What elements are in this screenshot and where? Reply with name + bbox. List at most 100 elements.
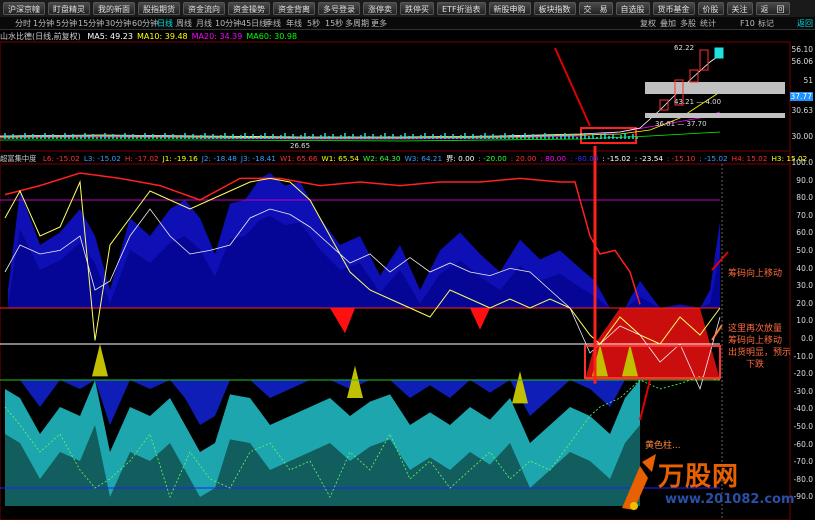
yellow-bar xyxy=(92,344,108,377)
period-right-item[interactable]: 复权 xyxy=(640,17,656,30)
indicator-label: : -80.00 xyxy=(570,154,599,163)
toolbar-button[interactable]: 我的新面 xyxy=(93,2,135,15)
toolbar-button[interactable]: 价股 xyxy=(697,2,724,15)
axis-label: 51 xyxy=(803,76,813,85)
period-right-item[interactable]: 叠加 xyxy=(660,17,676,30)
period-tab[interactable]: 5分钟 xyxy=(56,17,77,30)
indicator-label: 界: 0.00 xyxy=(446,154,475,163)
axis-label: 56.06 xyxy=(791,57,813,66)
toolbar-button[interactable]: 货币基金 xyxy=(652,2,695,15)
red-fill xyxy=(470,308,490,330)
axis-label: 0.0 xyxy=(801,334,813,343)
toolbar-button[interactable]: 板块指数 xyxy=(533,2,576,15)
upper-legend: 山水比德(日线,前复权) MA5: 49.23 MA10: 39.48 MA20: … xyxy=(0,31,301,42)
period-tab[interactable]: 1分钟 xyxy=(33,17,54,30)
toolbar-button[interactable]: 沪深京幢 xyxy=(3,2,45,15)
annotation-line: 这里再次放量 xyxy=(728,324,783,334)
red-fill xyxy=(330,308,355,334)
period-right-item[interactable]: 标记 xyxy=(758,17,774,30)
ma-label: MA10: 39.48 xyxy=(136,32,188,41)
ma-line xyxy=(0,91,721,139)
period-tab[interactable]: 年线 xyxy=(286,17,302,30)
candle xyxy=(714,47,724,59)
period-tab[interactable]: 10分钟 xyxy=(215,17,241,30)
period-right-item[interactable]: 统计 xyxy=(700,17,716,30)
indicator-label: W2: 64.30 xyxy=(363,154,401,163)
annotation-line: 出货明显，预示 xyxy=(728,348,792,358)
axis-label: -30.0 xyxy=(793,386,813,396)
logo-url: www.201082.com xyxy=(665,492,795,507)
indicator-label: J3: -18.41 xyxy=(240,154,276,163)
indicator-label: J1: -19.16 xyxy=(162,154,198,163)
period-tab[interactable]: 季线 xyxy=(265,17,281,30)
period-tab[interactable]: 周线 xyxy=(176,17,192,30)
toolbar-button[interactable]: 盯盘精灵 xyxy=(48,2,90,15)
ma-label: MA5: 49.23 xyxy=(87,32,133,41)
toolbar-button[interactable]: 资金操势 xyxy=(228,2,270,15)
ma-line xyxy=(0,54,721,138)
period-right-item[interactable]: 返回 xyxy=(797,17,813,30)
logo-text: 万股网 xyxy=(658,462,740,492)
period-right-item[interactable]: F10 xyxy=(740,17,755,30)
indicator-label: : 20.00 xyxy=(510,154,537,163)
period-tab[interactable]: 5秒 xyxy=(307,17,320,30)
axis-label: 30.00 xyxy=(791,132,813,141)
ma-label: MA60: 30.98 xyxy=(246,32,298,41)
axis-label: -50.0 xyxy=(793,422,813,431)
toolbar-button[interactable]: 多号登录 xyxy=(318,2,360,15)
axis-label: 80.0 xyxy=(796,193,813,203)
indicator-label: W1: 65.66 xyxy=(279,154,318,163)
axis-label: 56.10 xyxy=(791,45,813,54)
axis-label: -20.0 xyxy=(793,369,813,379)
axis-label: 90.0 xyxy=(796,175,813,185)
price-label: 43.21 — 4.00 xyxy=(674,98,721,106)
indicator-label: : 80.00 xyxy=(540,154,567,163)
period-tab[interactable]: 30分钟 xyxy=(105,17,131,30)
period-bar: 分时 1分钟 5分钟 15分钟 30分钟 60分钟 日线 周线 月线 10分钟 45日线 季线 年线 5秒… xyxy=(0,17,815,30)
top-toolbar: 沪深京幢 盯盘精灵 我的新面 股指期货 资金流向 资金操势 资金背离 多号登录 涨停卖 跌停买 ET… xyxy=(0,0,815,17)
chart-area: 62.22 43.21 — 4.00 36.01 — 37.70 26.65 xyxy=(0,41,791,520)
period-tab[interactable]: 多周期 xyxy=(345,17,369,30)
price-zone xyxy=(645,113,785,118)
period-right-item[interactable]: 多股 xyxy=(680,17,696,30)
toolbar-button[interactable]: 跌停买 xyxy=(400,2,434,15)
period-tab[interactable]: 60分钟 xyxy=(132,17,158,30)
annotation-arrow xyxy=(554,47,591,127)
period-tab[interactable]: 分时 xyxy=(15,17,31,30)
axis-label: 40.0 xyxy=(796,263,813,273)
price-label: 36.01 — 37.70 xyxy=(655,120,707,128)
toolbar-button[interactable]: 资金流向 xyxy=(183,2,225,15)
toolbar-button[interactable]: 返 回 xyxy=(755,2,790,15)
period-tab[interactable]: 日线 xyxy=(157,17,173,30)
toolbar-button[interactable]: 关注 xyxy=(726,2,753,15)
period-tab[interactable]: 更多 xyxy=(371,17,387,30)
toolbar-button[interactable]: 新股申购 xyxy=(488,2,531,15)
axis-label: -10.0 xyxy=(793,351,813,361)
ma-line xyxy=(0,131,721,142)
period-tab[interactable]: 15秒 xyxy=(325,17,343,30)
indicator-label: H4: 15.02 xyxy=(731,154,768,163)
indicator-label: L6: -15.02 xyxy=(42,154,80,163)
indicator-label: W3: 64.21 xyxy=(404,154,443,163)
annotation-volume-up: 这里再次放量 筹码向上移动 出货明显，预示 下跌 xyxy=(728,323,791,371)
toolbar-button[interactable]: ETF折溢表 xyxy=(437,2,486,15)
toolbar-button[interactable]: 涨停卖 xyxy=(363,2,397,15)
axis-label: 20.0 xyxy=(796,298,813,308)
axis-label: 70.0 xyxy=(796,210,813,220)
period-tab[interactable]: 月线 xyxy=(196,17,212,30)
annotation-chip-up: 筹码向上移动 xyxy=(728,269,783,279)
annotation-line: 下跌 xyxy=(746,360,765,370)
annotation-line: 筹码向上移动 xyxy=(728,336,783,346)
indicator-label: : -15.02 xyxy=(699,154,728,163)
toolbar-button[interactable]: 交 易 xyxy=(578,2,613,15)
period-tab[interactable]: 45日线 xyxy=(241,17,267,30)
price-label: 26.65 xyxy=(290,142,310,150)
lower-title: 超富集中度 xyxy=(0,154,37,163)
indicator-label: H: -17.02 xyxy=(124,154,159,163)
toolbar-button[interactable]: 股指期货 xyxy=(138,2,180,15)
axis-label: -40.0 xyxy=(793,404,813,414)
toolbar-button[interactable]: 资金背离 xyxy=(273,2,315,15)
lower-legend: 超富集中度 L6: -15.02 L3: -15.02 H: -17.02 J1: -… xyxy=(0,153,811,164)
period-tab[interactable]: 15分钟 xyxy=(78,17,104,30)
toolbar-button[interactable]: 自选股 xyxy=(615,2,650,15)
